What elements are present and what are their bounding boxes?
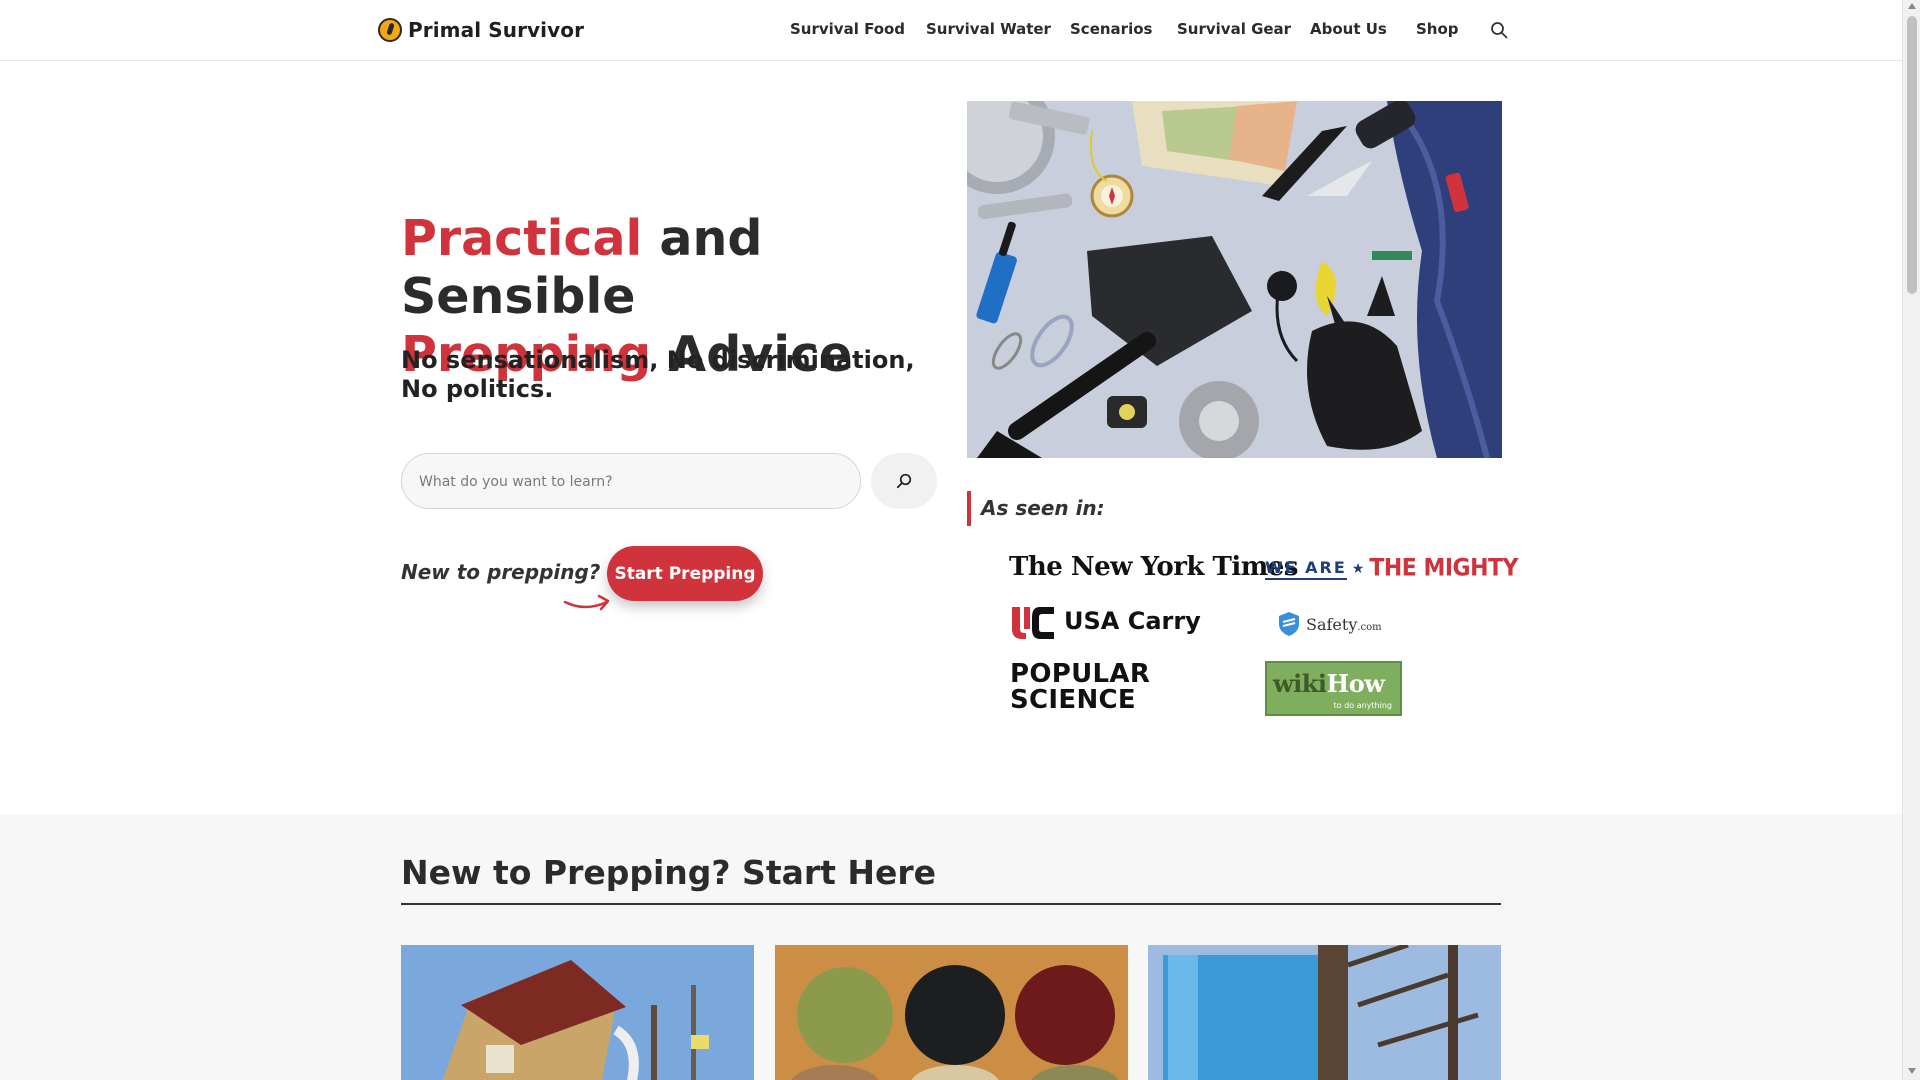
wikihow-tagline: to do anything [1333, 701, 1392, 710]
nav-survival-food[interactable]: Survival Food [790, 20, 905, 38]
dried-beans-image [775, 945, 1128, 1080]
safety-text: Safety.com [1306, 614, 1382, 634]
nav-survival-gear[interactable]: Survival Gear [1177, 20, 1291, 38]
wikihow-wordmark: wikiHow [1273, 669, 1385, 698]
as-seen-in-accent-bar [967, 491, 971, 526]
press-logo-we-are-the-mighty: WE ARE ★ THE MIGHTY [1265, 554, 1518, 583]
main-nav: Survival Food Survival Water Scenarios S… [0, 20, 1902, 42]
usa-carry-icon [1012, 607, 1054, 639]
curved-arrow-icon [563, 594, 610, 611]
search-icon [896, 473, 912, 489]
search-icon[interactable] [1490, 21, 1508, 39]
usa-carry-text: USA Carry [1064, 607, 1201, 635]
popsci-line-1: POPULAR [1010, 659, 1151, 689]
mighty-text-b: THE MIGHTY [1369, 554, 1518, 583]
start-here-title: New to Prepping? Start Here [401, 853, 937, 892]
site-header: Primal Survivor Survival Food Survival W… [0, 0, 1902, 61]
card-image-water-tank[interactable] [1148, 945, 1501, 1080]
press-logo-safety-com: Safety.com [1278, 611, 1382, 637]
scroll-up-icon[interactable] [1908, 3, 1916, 9]
hero-title-accent-1: Practical [401, 210, 643, 267]
press-logo-wikihow: wikiHow to do anything [1265, 661, 1402, 716]
nav-about-us[interactable]: About Us [1310, 20, 1387, 38]
nav-survival-water[interactable]: Survival Water [926, 20, 1051, 38]
press-logo-usa-carry: USA Carry [1010, 603, 1201, 639]
hero-subtitle: No sensationalism, No discrimination, No… [401, 346, 915, 403]
nav-shop[interactable]: Shop [1416, 20, 1459, 38]
press-logo-popular-science: POPULAR SCIENCE [1010, 661, 1150, 713]
star-icon: ★ [1351, 560, 1365, 577]
hero-search-box[interactable] [401, 453, 861, 509]
page-scrollbar[interactable] [1902, 0, 1920, 1080]
as-seen-in-title: As seen in: [981, 496, 1105, 520]
damaged-house-image [401, 945, 754, 1080]
hero-search-button[interactable] [871, 453, 937, 509]
new-to-prepping-label: New to prepping? [401, 560, 601, 584]
shield-icon [1279, 612, 1299, 636]
hero-search-input[interactable] [419, 470, 839, 494]
card-image-beans[interactable] [775, 945, 1128, 1080]
mighty-text-a: WE ARE [1265, 558, 1347, 580]
scroll-thumb[interactable] [1907, 16, 1917, 294]
water-tank-image [1148, 945, 1501, 1080]
start-prepping-button[interactable]: Start Prepping [607, 546, 763, 601]
nav-scenarios[interactable]: Scenarios [1070, 20, 1152, 38]
survival-gear-image [967, 101, 1502, 458]
section-divider [401, 903, 1501, 905]
popsci-line-2: SCIENCE [1010, 685, 1136, 715]
press-logo-nyt: The New York Times [1009, 552, 1298, 582]
card-image-damaged-house[interactable] [401, 945, 754, 1080]
scroll-down-icon[interactable] [1908, 1068, 1916, 1074]
